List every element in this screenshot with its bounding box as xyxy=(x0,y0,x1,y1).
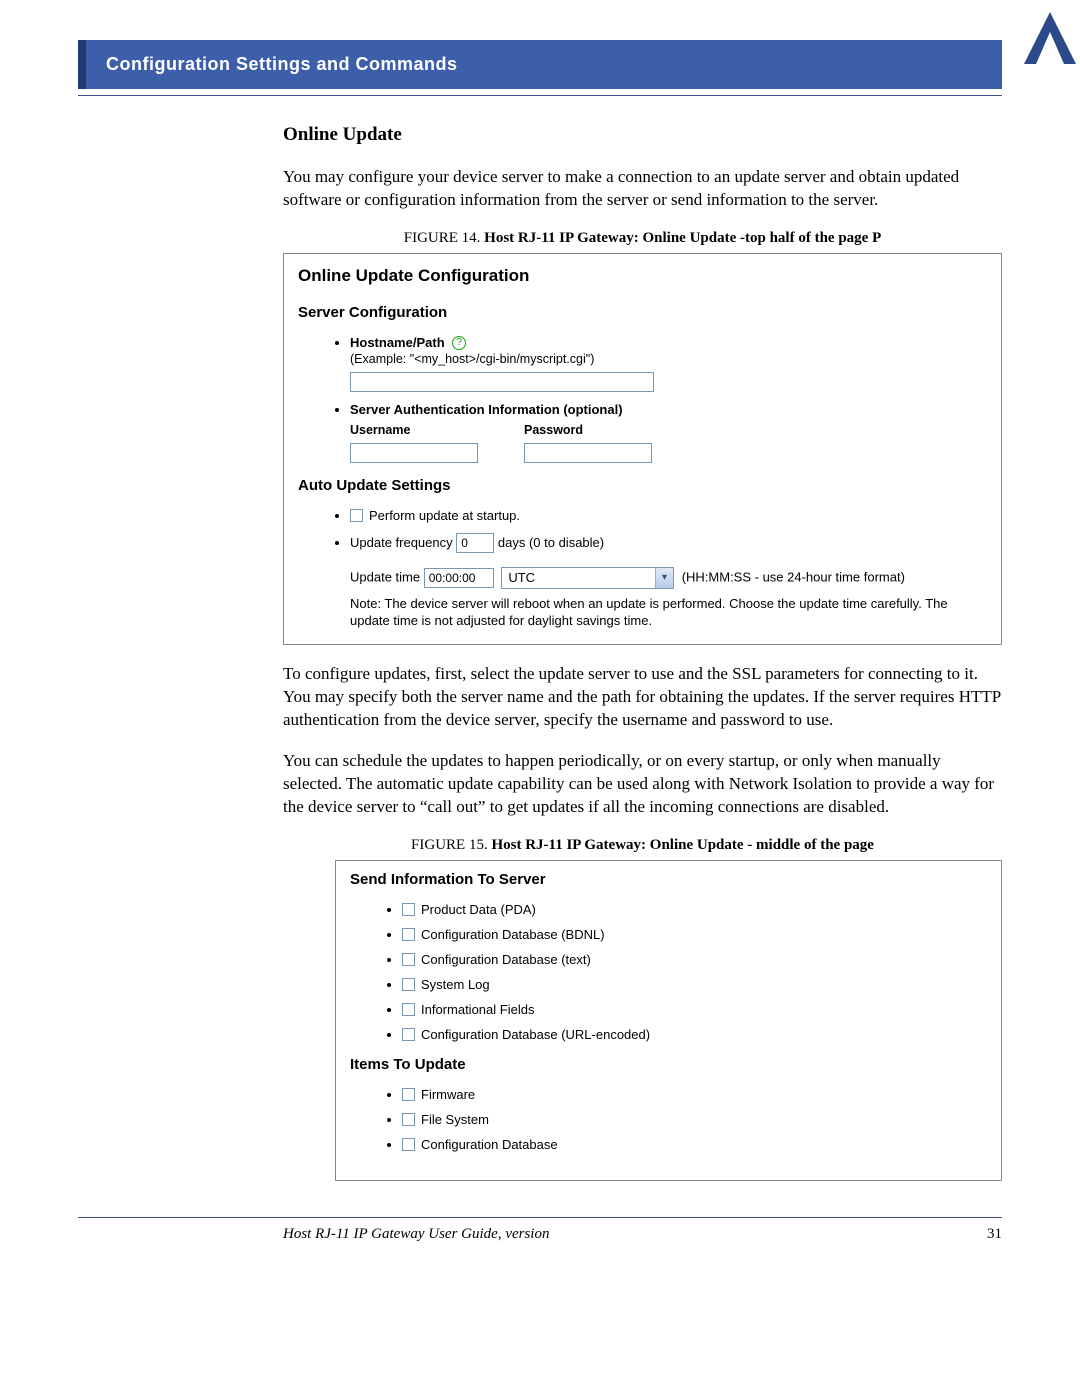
figure-14-title: Host RJ-11 IP Gateway: Online Update -to… xyxy=(484,230,881,246)
ss1-auto-heading: Auto Update Settings xyxy=(298,477,987,494)
timezone-select[interactable]: UTC ▾ xyxy=(501,567,674,589)
figure-14-caption: FIGURE 14. Host RJ-11 IP Gateway: Online… xyxy=(283,230,1002,247)
items-to-update-list: Firmware File System Configuration Datab… xyxy=(350,1087,987,1152)
time-format-hint: (HH:MM:SS - use 24-hour time format) xyxy=(682,569,905,584)
chevron-down-icon: ▾ xyxy=(655,568,673,588)
section-heading: Online Update xyxy=(283,124,1002,146)
checkbox[interactable] xyxy=(402,953,415,966)
update-time-note: Note: The device server will reboot when… xyxy=(350,595,987,630)
footer-page-number: 31 xyxy=(987,1226,1002,1243)
ss1-title: Online Update Configuration xyxy=(298,266,987,286)
schedule-paragraph: You can schedule the updates to happen p… xyxy=(283,750,1002,819)
frequency-label-post: days (0 to disable) xyxy=(498,535,604,550)
startup-item: Perform update at startup. xyxy=(350,508,987,523)
ss1-server-config-heading: Server Configuration xyxy=(298,304,987,321)
list-item: Configuration Database xyxy=(402,1137,987,1152)
update-time-label: Update time xyxy=(350,569,420,584)
checkbox[interactable] xyxy=(402,1088,415,1101)
username-label: Username xyxy=(350,423,478,437)
timezone-value: UTC xyxy=(502,570,655,585)
startup-label: Perform update at startup. xyxy=(369,508,520,523)
figure-15-screenshot: Send Information To Server Product Data … xyxy=(335,860,1002,1181)
footer-rule xyxy=(78,1217,1002,1218)
list-item: Configuration Database (text) xyxy=(402,952,987,967)
list-item: Configuration Database (URL-encoded) xyxy=(402,1027,987,1042)
figure-14-label: FIGURE 14. xyxy=(404,230,484,246)
update-time-input[interactable] xyxy=(424,568,494,588)
auth-item: Server Authentication Information (optio… xyxy=(350,402,987,463)
footer-guide-title: Host RJ-11 IP Gateway User Guide, versio… xyxy=(283,1226,549,1243)
intro-paragraph: You may configure your device server to … xyxy=(283,166,1002,212)
list-item: Product Data (PDA) xyxy=(402,902,987,917)
hostname-input[interactable] xyxy=(350,372,654,392)
figure-15-label: FIGURE 15. xyxy=(411,837,491,853)
ss2-update-heading: Items To Update xyxy=(350,1056,987,1073)
header-rule xyxy=(78,95,1002,96)
list-item: Configuration Database (BDNL) xyxy=(402,927,987,942)
figure-14-screenshot: Online Update Configuration Server Confi… xyxy=(283,253,1002,645)
send-info-list: Product Data (PDA) Configuration Databas… xyxy=(350,902,987,1042)
checkbox[interactable] xyxy=(402,1138,415,1151)
list-item: Informational Fields xyxy=(402,1002,987,1017)
frequency-label-pre: Update frequency xyxy=(350,535,453,550)
startup-checkbox[interactable] xyxy=(350,509,363,522)
checkbox[interactable] xyxy=(402,903,415,916)
list-item: File System xyxy=(402,1112,987,1127)
checkbox[interactable] xyxy=(402,1113,415,1126)
hostname-example: (Example: "<my_host>/cgi-bin/myscript.cg… xyxy=(350,352,987,366)
auth-heading: Server Authentication Information (optio… xyxy=(350,402,623,417)
hostname-label: Hostname/Path xyxy=(350,335,445,350)
figure-15-title: Host RJ-11 IP Gateway: Online Update - m… xyxy=(491,837,874,853)
username-input[interactable] xyxy=(350,443,478,463)
checkbox[interactable] xyxy=(402,928,415,941)
checkbox[interactable] xyxy=(402,1028,415,1041)
figure-15-caption: FIGURE 15. Host RJ-11 IP Gateway: Online… xyxy=(283,837,1002,854)
chapter-header-title: Configuration Settings and Commands xyxy=(106,54,458,74)
password-input[interactable] xyxy=(524,443,652,463)
checkbox[interactable] xyxy=(402,1003,415,1016)
password-label: Password xyxy=(524,423,652,437)
hostname-item: Hostname/Path ? (Example: "<my_host>/cgi… xyxy=(350,335,987,392)
list-item: Firmware xyxy=(402,1087,987,1102)
frequency-item: Update frequency days (0 to disable) xyxy=(350,533,987,553)
config-paragraph: To configure updates, first, select the … xyxy=(283,663,1002,732)
brand-logo xyxy=(1020,8,1080,68)
help-icon[interactable]: ? xyxy=(452,336,466,350)
ss2-send-heading: Send Information To Server xyxy=(350,871,987,888)
page-footer: Host RJ-11 IP Gateway User Guide, versio… xyxy=(78,1226,1002,1243)
frequency-input[interactable] xyxy=(456,533,494,553)
list-item: System Log xyxy=(402,977,987,992)
chapter-header-bar: Configuration Settings and Commands xyxy=(78,40,1002,89)
checkbox[interactable] xyxy=(402,978,415,991)
